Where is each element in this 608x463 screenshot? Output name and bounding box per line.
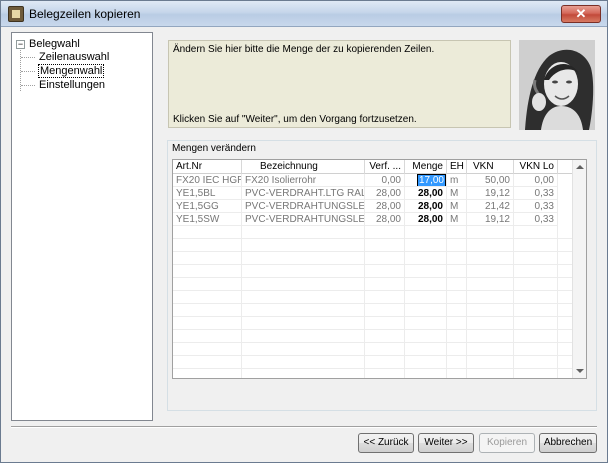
empty-grid-row: [173, 356, 573, 369]
cell-verf: 28,00: [365, 187, 405, 200]
empty-grid-row: [173, 265, 573, 278]
cell-bezeichnung: PVC-VERDRAHTUNGSLEITUN: [242, 213, 365, 226]
cell-bezeichnung: FX20 Isolierrohr: [242, 174, 365, 187]
back-button[interactable]: << Zurück: [358, 433, 414, 453]
tree-root-label: Belegwahl: [29, 38, 80, 50]
empty-grid-row: [173, 278, 573, 291]
cell-artnr: YE1,5SW: [173, 213, 242, 226]
empty-grid-row: [173, 304, 573, 317]
table-row[interactable]: FX20 IEC HGR FX20 Isolierrohr 0,00 17,00…: [173, 174, 573, 187]
cancel-button[interactable]: Abbrechen: [539, 433, 597, 453]
scroll-down-arrow-icon[interactable]: [576, 369, 584, 373]
col-header-eh[interactable]: EH: [447, 160, 467, 174]
quantities-grid[interactable]: Art.Nr Bezeichnung Verf. ... Menge EH VK…: [172, 159, 587, 379]
tree-connector: [21, 85, 35, 86]
cell-menge[interactable]: 28,00: [405, 213, 447, 226]
close-button[interactable]: ✕: [561, 5, 601, 23]
scroll-up-arrow-icon[interactable]: [576, 165, 584, 169]
cell-verf: 28,00: [365, 200, 405, 213]
cell-eh: m: [447, 174, 467, 187]
cell-menge[interactable]: 28,00: [405, 200, 447, 213]
tree-root-belegwahl[interactable]: − Belegwahl: [16, 37, 80, 51]
copy-button[interactable]: Kopieren: [479, 433, 535, 453]
menge-edit-value[interactable]: 17,00: [416, 174, 446, 186]
col-header-menge[interactable]: Menge: [405, 160, 447, 174]
cell-verf: 28,00: [365, 213, 405, 226]
col-header-artnr[interactable]: Art.Nr: [173, 160, 242, 174]
empty-grid-row: [173, 226, 573, 239]
collapse-icon[interactable]: −: [16, 39, 25, 49]
cell-vkn: 21,42: [467, 200, 514, 213]
cell-menge[interactable]: 28,00: [405, 187, 447, 200]
cell-bezeichnung: PVC-VERDRAHT.LTG RAL5015: [242, 187, 365, 200]
col-header-vkn[interactable]: VKN: [467, 160, 514, 174]
empty-grid-row: [173, 291, 573, 304]
cell-vkn: 50,00: [467, 174, 514, 187]
tree-item-einstellungen[interactable]: Einstellungen: [38, 78, 106, 92]
cell-vknlo: 0,00: [514, 174, 558, 187]
cell-vknlo: 0,33: [514, 200, 558, 213]
empty-grid-row: [173, 369, 573, 378]
cell-eh: M: [447, 213, 467, 226]
grid-vertical-scrollbar[interactable]: [572, 160, 586, 378]
table-row[interactable]: YE1,5GG PVC-VERDRAHTUNGSLEITUN 28,00 28,…: [173, 200, 573, 213]
empty-grid-row: [173, 317, 573, 330]
col-header-verf[interactable]: Verf. ...: [365, 160, 405, 174]
empty-grid-row: [173, 252, 573, 265]
empty-grid-row: [173, 239, 573, 252]
info-text-instruction: Ändern Sie hier bitte die Menge der zu k…: [173, 44, 435, 55]
cell-eh: M: [447, 187, 467, 200]
cell-eh: M: [447, 200, 467, 213]
cell-vknlo: 0,33: [514, 187, 558, 200]
wizard-step-tree[interactable]: − Belegwahl Zeilenauswahl Mengenwahl Ein…: [11, 32, 153, 421]
group-label: Mengen verändern: [172, 143, 256, 154]
cell-bezeichnung: PVC-VERDRAHTUNGSLEITUN: [242, 200, 365, 213]
menge-edit-field[interactable]: 17,00: [405, 174, 447, 187]
empty-grid-row: [173, 330, 573, 343]
info-text-continue: Klicken Sie auf "Weiter", um den Vorgang…: [173, 114, 417, 125]
footer-separator: [11, 426, 597, 428]
tree-item-zeilenauswahl[interactable]: Zeilenauswahl: [38, 50, 110, 64]
tree-connector: [21, 71, 35, 72]
table-row[interactable]: YE1,5SW PVC-VERDRAHTUNGSLEITUN 28,00 28,…: [173, 213, 573, 226]
grid-header: Art.Nr Bezeichnung Verf. ... Menge EH VK…: [173, 160, 586, 174]
app-icon: [8, 6, 24, 22]
cell-vkn: 19,12: [467, 213, 514, 226]
table-row[interactable]: YE1,5BL PVC-VERDRAHT.LTG RAL5015 28,00 2…: [173, 187, 573, 200]
support-woman-photo: [519, 40, 595, 130]
cell-artnr: FX20 IEC HGR: [173, 174, 242, 187]
col-header-vknlo[interactable]: VKN Lo: [514, 160, 558, 174]
col-header-bezeichnung[interactable]: Bezeichnung: [242, 160, 365, 174]
tree-item-mengenwahl[interactable]: Mengenwahl: [38, 64, 105, 78]
info-panel: Ändern Sie hier bitte die Menge der zu k…: [168, 40, 511, 128]
cell-artnr: YE1,5GG: [173, 200, 242, 213]
cell-vknlo: 0,33: [514, 213, 558, 226]
cell-verf: 0,00: [365, 174, 405, 187]
tree-connector: [21, 57, 35, 58]
next-button[interactable]: Weiter >>: [418, 433, 474, 453]
empty-grid-row: [173, 343, 573, 356]
title-bar[interactable]: Belegzeilen kopieren ✕: [1, 1, 607, 27]
window-title: Belegzeilen kopieren: [29, 7, 141, 21]
cell-artnr: YE1,5BL: [173, 187, 242, 200]
cell-vkn: 19,12: [467, 187, 514, 200]
